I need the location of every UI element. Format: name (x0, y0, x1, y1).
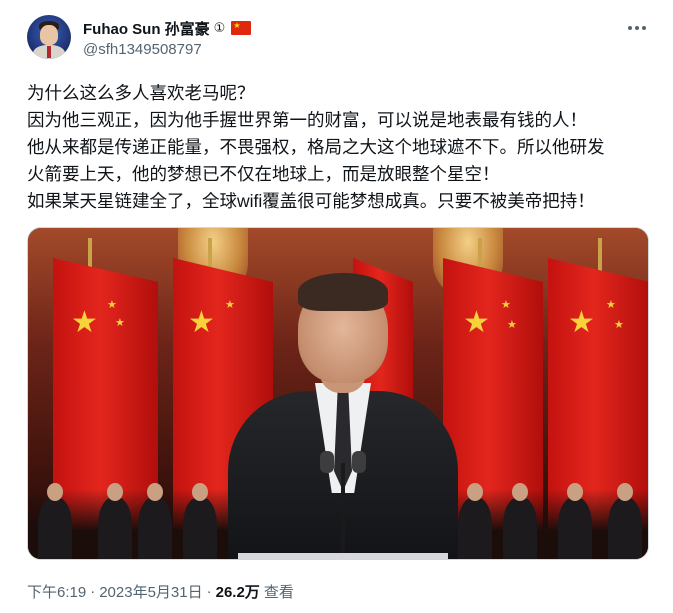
meta-separator: · (206, 583, 212, 600)
tweet-text-line: 为什么这么多人喜欢老马呢？ (27, 83, 255, 103)
photo-person (183, 483, 217, 559)
tweet-time[interactable]: 下午6:19 (27, 581, 86, 602)
tweet-text-line: 如果某天星链建全了，全球wifi覆盖很可能梦想成真。只要不被美帝把持！ (27, 191, 595, 211)
photo-person (38, 483, 72, 559)
tweet-date[interactable]: 2023年5月31日 (99, 581, 202, 602)
more-options-icon-dot (635, 26, 639, 30)
meta-separator: · (90, 583, 96, 600)
china-flag-icon: ★ (231, 21, 252, 35)
photo-person (138, 483, 172, 559)
tweet-text: 为什么这么多人喜欢老马呢？ 因为他三观正，因为他手握世界第一的财富，可以说是地表… (27, 80, 657, 215)
avatar-tie (47, 46, 51, 58)
author-handle[interactable]: @sfh1349508797 (83, 41, 202, 58)
photo-person (458, 483, 492, 559)
speaker-hair (298, 273, 388, 311)
more-options-icon-dot (642, 26, 646, 30)
tweet-text-line: 火箭要上天，他的梦想已不仅在地球上，而是放眼整个星空！ (27, 164, 500, 184)
photo-person (558, 483, 592, 559)
views-label: 查看 (263, 584, 294, 601)
author-name-row: Fuhao Sun 孙富豪 ① ★ (83, 18, 252, 39)
photo-person (503, 483, 537, 559)
photo-person (98, 483, 132, 559)
lectern (238, 553, 448, 559)
photo-speaker (228, 263, 458, 559)
avatar[interactable] (27, 15, 71, 59)
microphone (320, 451, 334, 473)
more-options-icon (628, 26, 632, 30)
avatar-face (40, 25, 58, 45)
tweet-meta: 下午6:19 · 2023年5月31日 · 26.2万 查看 (27, 581, 294, 602)
tweet-card: Fuhao Sun 孙富豪 ① ★ @sfh1349508797 为什么这么多人… (0, 0, 673, 613)
author-display-name[interactable]: Fuhao Sun 孙富豪 (83, 18, 210, 39)
photo-person (608, 483, 642, 559)
microphone-stand (341, 463, 345, 559)
tweet-photo[interactable]: ★ ★ ★ ★ ★ ★ ★ ★ ★ ★ ★ ★ (27, 227, 649, 560)
microphone (352, 451, 366, 473)
more-options-button[interactable] (622, 17, 652, 39)
views-count[interactable]: 26.2万 (216, 581, 260, 602)
tweet-text-line: 他从来都是传递正能量，不畏强权，格局之大这个地球遮不下。所以他研发 (27, 137, 605, 157)
tweet-text-line: 因为他三观正，因为他手握世界第一的财富，可以说是地表最有钱的人！ (27, 110, 587, 130)
author-name-suffix: ① (213, 20, 226, 35)
